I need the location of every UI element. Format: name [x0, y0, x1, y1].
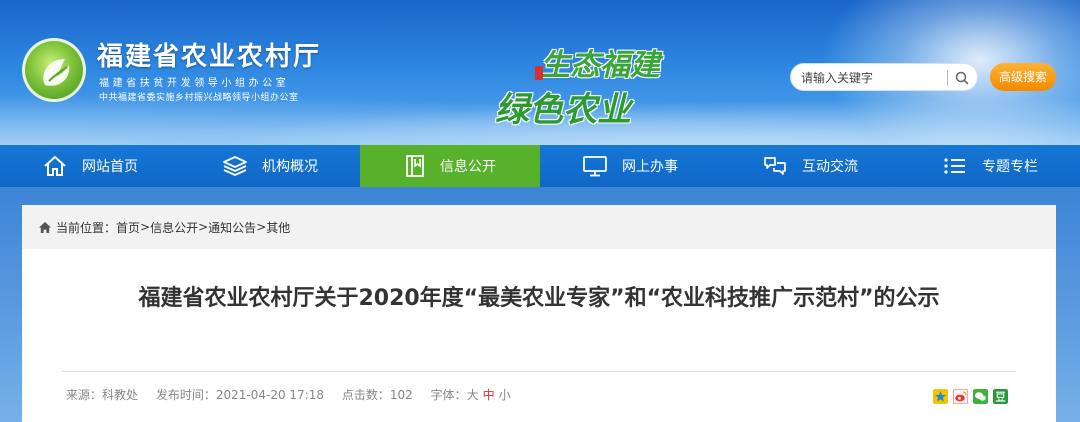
share-bar: [933, 389, 1008, 404]
font-size-label: 字体：: [430, 388, 467, 402]
breadcrumb-home[interactable]: 首页: [116, 219, 140, 236]
nav-item-about[interactable]: 机构概况: [180, 145, 360, 187]
home-icon: [39, 221, 51, 233]
nav-label: 信息公开: [440, 159, 496, 175]
search-icon[interactable]: [954, 70, 970, 86]
advanced-search-button[interactable]: 高级搜索: [990, 63, 1056, 91]
breadcrumb-notices[interactable]: 通知公告: [208, 219, 256, 236]
wechat-icon[interactable]: [973, 389, 988, 404]
search-input[interactable]: [801, 68, 941, 88]
nav-item-topics[interactable]: 专题专栏: [900, 145, 1080, 187]
monitor-icon: [583, 156, 607, 177]
home-icon: [44, 156, 66, 176]
nav-item-info[interactable]: 信息公开: [360, 145, 540, 187]
nav-label: 专题专栏: [982, 159, 1038, 175]
article-panel: 当前位置： 首页 > 信息公开 > 通知公告 > 其他 福建省农业农村厅关于20…: [22, 205, 1056, 422]
header-banner: 福建省农业农村厅 福建省扶贫开发领导小组办公室 中共福建省委实施乡村振兴战略领导…: [0, 0, 1080, 145]
nav-label: 网上办事: [622, 159, 678, 175]
search-box: [790, 63, 978, 91]
breadcrumb-separator: >: [198, 220, 209, 234]
org-title[interactable]: 福建省农业农村厅: [97, 36, 321, 73]
breadcrumb-separator: >: [140, 220, 151, 234]
breadcrumb-other[interactable]: 其他: [266, 219, 290, 236]
breadcrumb-info[interactable]: 信息公开: [150, 219, 198, 236]
douban-icon[interactable]: [993, 389, 1008, 404]
slogan-line-2: 绿色农业: [495, 90, 631, 130]
nav-item-interaction[interactable]: 互动交流: [720, 145, 900, 187]
seal-stamp-icon: [535, 66, 543, 80]
article-title: 福建省农业农村厅关于2020年度“最美农业专家”和“农业科技推广示范村”的公示: [138, 286, 940, 311]
org-subtitle-1: 福建省扶贫开发领导小组办公室: [99, 78, 290, 89]
slogan-line-1: 生态福建: [540, 48, 660, 83]
breadcrumb-prefix: 当前位置：: [56, 220, 117, 235]
main-nav: 网站首页 机构概况 信息公开 网上办事 互动交流 专题专栏: [0, 145, 1080, 187]
breadcrumb: 当前位置： 首页 > 信息公开 > 通知公告 > 其他: [22, 205, 1056, 249]
ministry-logo-icon[interactable]: [22, 38, 86, 102]
list-icon: [944, 158, 965, 174]
book-icon: [406, 155, 424, 177]
article-source: 来源：科教处: [66, 388, 139, 402]
breadcrumb-separator: >: [256, 220, 267, 234]
font-size-small[interactable]: 小: [499, 388, 511, 402]
nav-label: 网站首页: [82, 159, 138, 175]
weibo-icon[interactable]: [953, 389, 968, 404]
title-divider: [62, 371, 1016, 372]
font-size-medium[interactable]: 中: [483, 388, 495, 402]
org-subtitle-2: 中共福建省委实施乡村振兴战略领导小组办公室: [99, 93, 299, 103]
qzone-icon[interactable]: [933, 389, 948, 404]
nav-label: 机构概况: [262, 159, 318, 175]
article-meta: 来源：科教处 发布时间：2021-04-20 17:18 点击数：102 字体：…: [66, 386, 515, 403]
chat-icon: [764, 157, 786, 175]
search-divider: [947, 70, 948, 86]
article-clicks: 点击数：102: [341, 388, 413, 402]
nav-item-services[interactable]: 网上办事: [540, 145, 720, 187]
font-size-large[interactable]: 大: [467, 388, 479, 402]
nav-item-home[interactable]: 网站首页: [0, 145, 180, 187]
layers-icon: [223, 156, 247, 176]
article-published: 发布时间：2021-04-20 17:18: [155, 388, 324, 402]
nav-label: 互动交流: [802, 159, 858, 175]
